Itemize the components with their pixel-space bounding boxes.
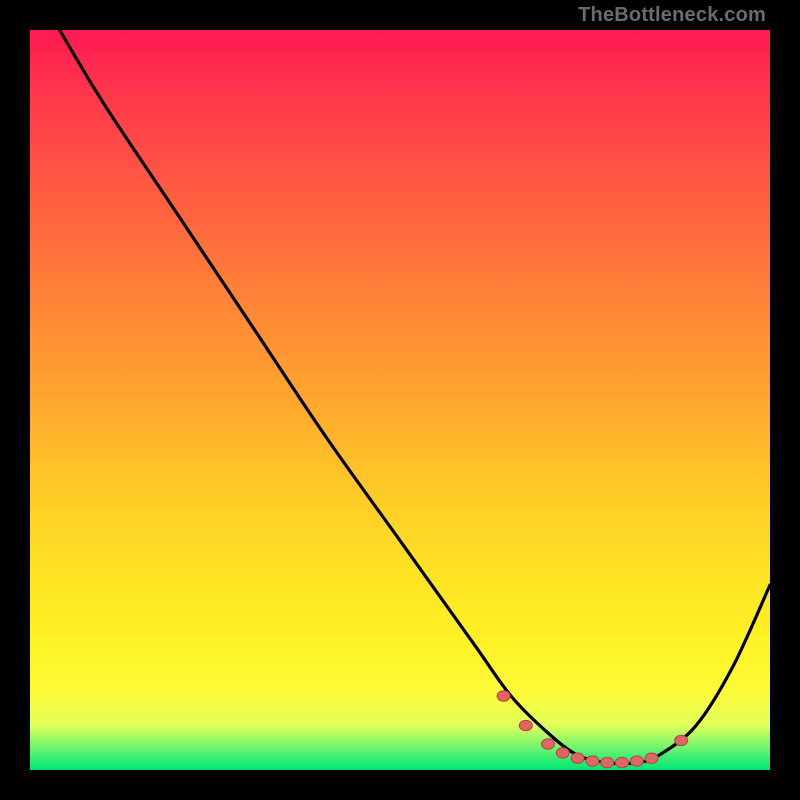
optimal-dot xyxy=(616,757,629,767)
plot-area xyxy=(30,30,770,770)
optimal-dot xyxy=(519,720,532,730)
curve-path-group xyxy=(60,30,770,764)
optimal-dot xyxy=(586,756,599,766)
optimal-dot xyxy=(556,748,569,758)
optimal-dot xyxy=(542,739,555,749)
bottleneck-curve-svg xyxy=(30,30,770,770)
optimal-dot xyxy=(630,756,643,766)
optimal-dot xyxy=(675,735,688,745)
optimal-dot xyxy=(601,757,614,767)
attribution-text: TheBottleneck.com xyxy=(578,4,766,27)
optimal-dot xyxy=(571,753,584,763)
optimal-dot xyxy=(497,691,510,701)
optimal-dot xyxy=(645,753,658,763)
bottleneck-curve xyxy=(60,30,770,764)
chart-frame xyxy=(30,30,770,770)
